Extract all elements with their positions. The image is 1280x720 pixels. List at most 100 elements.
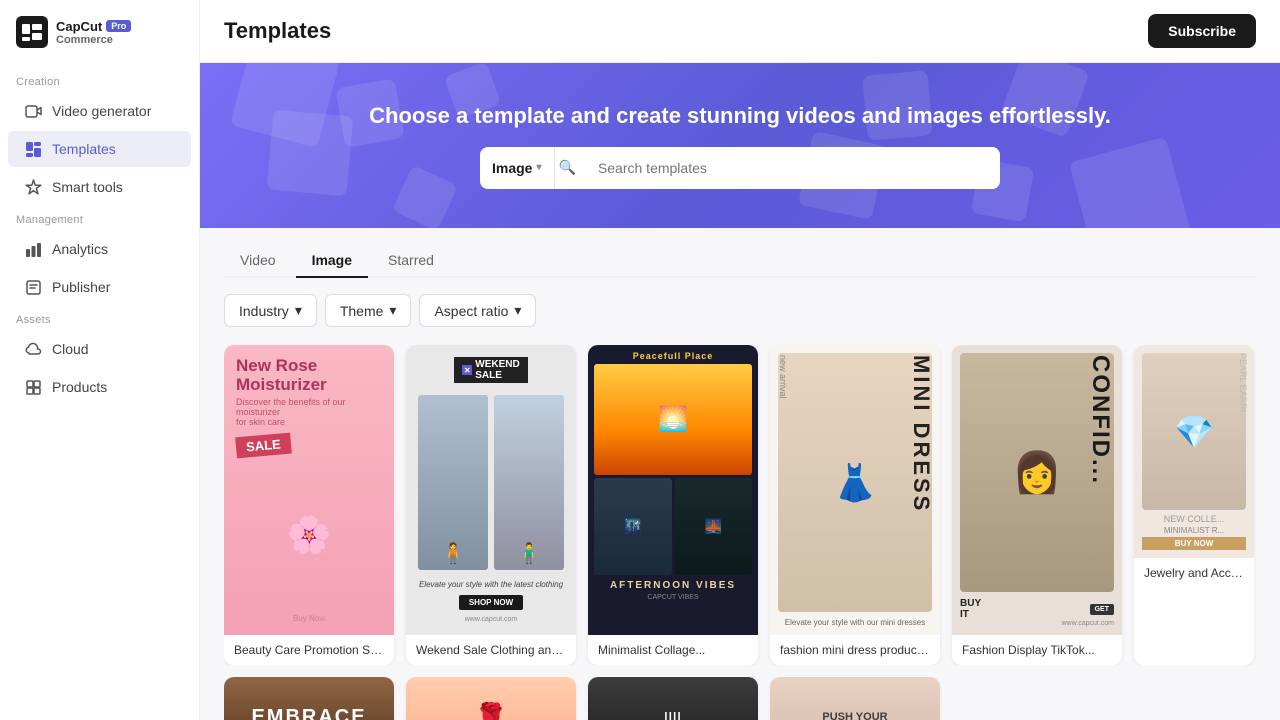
analytics-icon (24, 240, 42, 258)
theme-filter[interactable]: Theme ▾ (325, 294, 412, 327)
assets-section-label: Assets (0, 306, 199, 330)
sidebar-item-label: Products (52, 379, 107, 395)
template-thumbnail: 👗 MINI DRESS new arrival Elevate your st… (770, 345, 940, 635)
template-thumbnail: Peacefull Place 🌅 🌃 🌉 AFTERNOON VIBES CA… (588, 345, 758, 635)
smart-tools-icon (24, 178, 42, 196)
mini-dress-text: MINI DRESS (910, 355, 932, 513)
shop-now-btn: SHOP NOW (459, 595, 523, 610)
sidebar: CapCut Pro Commerce Creation Video gener… (0, 0, 200, 720)
filter-bar: Industry ▾ Theme ▾ Aspect ratio ▾ (224, 294, 1256, 327)
hero-banner: Choose a template and create stunning vi… (200, 63, 1280, 228)
sunset-image: 🌅 (594, 364, 752, 475)
push-text: PUSH YOUR (822, 711, 887, 720)
template-card-label: Fashion Display TikTok... (952, 635, 1122, 665)
buy-it-text: BUYIT (960, 598, 981, 620)
template-grid-row1: New RoseMoisturizer Discover the benefit… (224, 345, 1256, 665)
barcode-text: www.capcut.com (960, 620, 1114, 627)
jewelry-image: 💎 (1142, 353, 1246, 510)
logo-icon (16, 16, 48, 48)
template-card[interactable]: New RoseMoisturizer Discover the benefit… (224, 345, 394, 665)
buy-now-text: Buy Now (236, 614, 382, 623)
main-header: Templates Subscribe (200, 0, 1280, 63)
model-grid: 🧍 🧍‍♂️ (418, 395, 564, 570)
sidebar-item-video-generator[interactable]: Video generator (8, 93, 191, 129)
search-input[interactable] (586, 147, 1000, 189)
template-title-text: New RoseMoisturizer (236, 357, 382, 394)
template-card[interactable]: 💎 NEW COLLE... PEARL EARRI... MINIMALIST… (1134, 345, 1254, 665)
brand-logo: ✕ WEKENDSALE (454, 357, 527, 383)
embrace-text: EMBRACE (251, 706, 366, 720)
template-thumbnail: 💎 NEW COLLE... PEARL EARRI... MINIMALIST… (1134, 345, 1254, 558)
sidebar-item-label: Video generator (52, 103, 151, 119)
sidebar-item-label: Templates (52, 141, 116, 157)
sidebar-item-templates[interactable]: Templates (8, 131, 191, 167)
buy-now-btn: BUY NOW (1142, 537, 1246, 550)
content-area: Video Image Starred Industry ▾ Theme ▾ A… (200, 228, 1280, 720)
template-card[interactable]: ✕ WEKENDSALE 🧍 🧍‍♂️ Elevate your style w… (406, 345, 576, 665)
template-card[interactable]: EMBRACE EMBRACE... (224, 677, 394, 720)
sidebar-item-smart-tools[interactable]: Smart tools (8, 169, 191, 205)
chevron-down-icon: ▾ (295, 302, 302, 319)
template-grid-row2: EMBRACE EMBRACE... 🌹 Rose... |||| (224, 677, 1256, 720)
sidebar-item-products[interactable]: Products (8, 369, 191, 405)
template-url: www.capcut.com (465, 616, 518, 623)
template-footer: CAPCUT VIBES (594, 594, 752, 601)
template-card[interactable]: Peacefull Place 🌅 🌃 🌉 AFTERNOON VIBES CA… (588, 345, 758, 665)
management-section-label: Management (0, 206, 199, 230)
page-title: Templates (224, 18, 331, 44)
template-card-label: Beauty Care Promotion Sal... (224, 635, 394, 665)
template-thumbnail: 👩 CONFID... BUYIT GET www.capcut.com (952, 345, 1122, 635)
sidebar-item-cloud[interactable]: Cloud (8, 331, 191, 367)
publisher-icon (24, 278, 42, 296)
card-footer: BUYIT GET (960, 598, 1114, 620)
industry-filter[interactable]: Industry ▾ (224, 294, 317, 327)
sidebar-item-analytics[interactable]: Analytics (8, 231, 191, 267)
new-collection-text: NEW COLLE... (1142, 514, 1246, 524)
sidebar-item-label: Publisher (52, 279, 110, 295)
creation-section-label: Creation (0, 68, 199, 92)
template-thumbnail: EMBRACE (224, 677, 394, 720)
template-card[interactable]: PUSH YOUR PUSH YOUR... (770, 677, 940, 720)
logo: CapCut Pro Commerce (0, 16, 199, 68)
tab-image[interactable]: Image (296, 244, 368, 278)
tab-video[interactable]: Video (224, 244, 292, 278)
template-card[interactable]: 🌹 Rose... (406, 677, 576, 720)
theme-filter-label: Theme (340, 303, 384, 319)
get-badge: GET (1090, 604, 1114, 615)
pearl-text: PEARL EARRI... (1238, 353, 1248, 420)
tabs-bar: Video Image Starred (224, 244, 1256, 278)
template-thumbnail: ✕ WEKENDSALE 🧍 🧍‍♂️ Elevate your style w… (406, 345, 576, 635)
search-icon: 🔍 (555, 159, 586, 176)
sidebar-item-label: Smart tools (52, 179, 123, 195)
chevron-down-icon: ▾ (389, 302, 396, 319)
template-card-label: Jewelry and Acce... (1134, 558, 1254, 588)
new-arrival-text: new arrival (778, 355, 788, 399)
sidebar-item-label: Analytics (52, 241, 108, 257)
sale-badge: SALE (235, 433, 291, 459)
confidence-text: CONFID... (1086, 355, 1114, 485)
rose-emoji: 🌹 (474, 701, 509, 720)
template-card[interactable]: 👗 MINI DRESS new arrival Elevate your st… (770, 345, 940, 665)
template-card-label: Minimalist Collage... (588, 635, 758, 665)
search-type-label: Image (492, 160, 532, 176)
search-type-dropdown[interactable]: Image ▾ (480, 147, 555, 189)
template-thumbnail: 🌹 (406, 677, 576, 720)
template-card-label: fashion mini dress product... (770, 635, 940, 665)
template-subtitle: Discover the benefits of our moisturizer… (236, 397, 382, 427)
template-thumbnail: PUSH YOUR (770, 677, 940, 720)
tab-starred[interactable]: Starred (372, 244, 450, 278)
template-card[interactable]: |||| Dark... (588, 677, 758, 720)
subscribe-button[interactable]: Subscribe (1148, 14, 1256, 48)
products-icon (24, 378, 42, 396)
aspect-ratio-filter-label: Aspect ratio (434, 303, 508, 319)
main-content: Templates Subscribe Choose a template an… (200, 0, 1280, 720)
aspect-ratio-filter[interactable]: Aspect ratio ▾ (419, 294, 536, 327)
template-label-text: Peacefull Place (594, 351, 752, 361)
template-card-label: Wekend Sale Clothing and... (406, 635, 576, 665)
sidebar-item-publisher[interactable]: Publisher (8, 269, 191, 305)
cloud-icon (24, 340, 42, 358)
template-card[interactable]: 👩 CONFID... BUYIT GET www.capcut.com Fas… (952, 345, 1122, 665)
template-thumbnail: |||| (588, 677, 758, 720)
template-tagline: Elevate your style with the latest cloth… (419, 580, 563, 589)
hero-background (200, 63, 1280, 228)
